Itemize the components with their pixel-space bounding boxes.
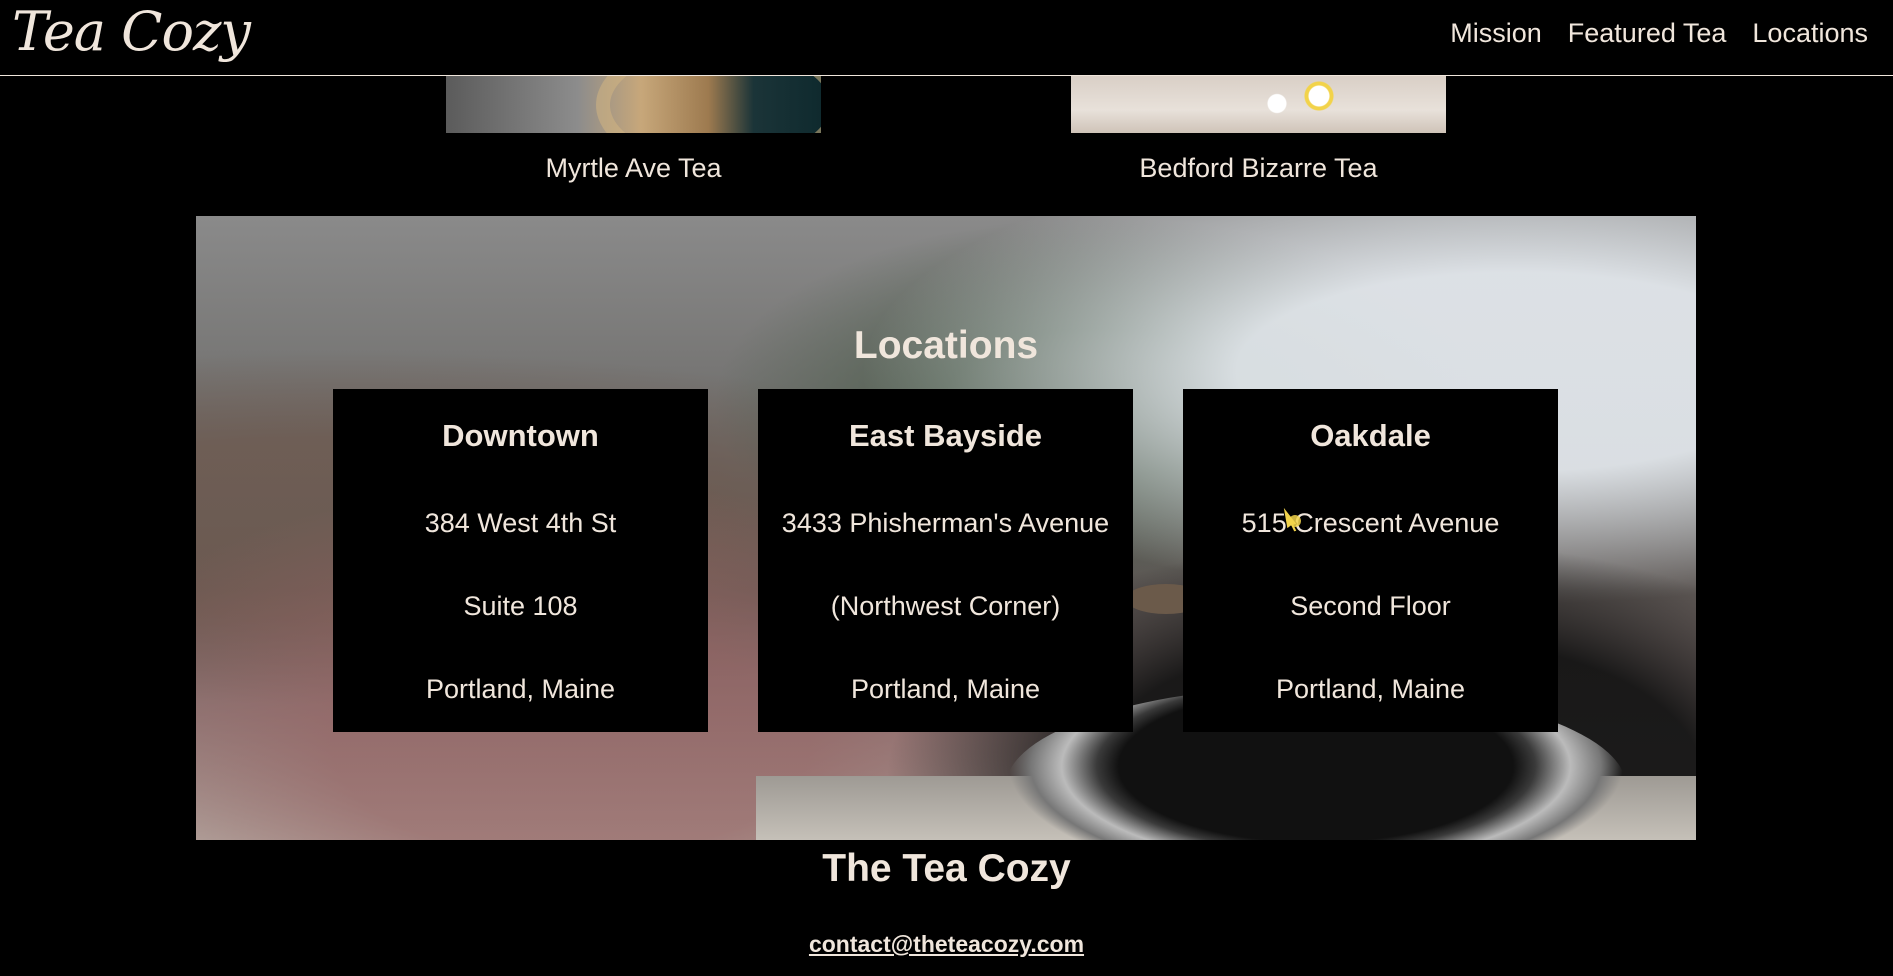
tea-caption-myrtle: Myrtle Ave Tea (545, 153, 722, 183)
location-address-line: 515 Crescent Avenue (1241, 508, 1500, 538)
nav-link-featured-tea[interactable]: Featured Tea (1568, 17, 1727, 49)
location-name: East Bayside (849, 418, 1042, 453)
footer-contact: contact@theteacozy.com (0, 930, 1893, 958)
myrtle-ave-tea-image (446, 76, 821, 133)
location-address-line: Portland, Maine (425, 674, 616, 704)
footer-title: The Tea Cozy (822, 847, 1071, 890)
contact-email-link[interactable]: contact@theteacozy.com (809, 931, 1084, 957)
locations-title: Locations (853, 324, 1039, 367)
location-name: Downtown (442, 418, 599, 453)
location-address-line: Second Floor (1290, 591, 1451, 621)
location-address-line: Portland, Maine (1275, 674, 1466, 704)
location-name: Oakdale (1310, 418, 1431, 453)
location-address-line: Portland, Maine (850, 674, 1041, 704)
site-logo[interactable]: Tea Cozy (12, 2, 251, 62)
location-address-line: 3433 Phisherman's Avenue (781, 508, 1110, 538)
nav-link-locations[interactable]: Locations (1752, 17, 1868, 49)
tea-caption-bedford: Bedford Bizarre Tea (1139, 153, 1378, 183)
main-nav: Mission Featured Tea Locations (1450, 17, 1868, 49)
bedford-bizarre-tea-image (1071, 76, 1446, 133)
mouse-pointer-icon (1282, 505, 1301, 533)
location-address-line: Suite 108 (463, 591, 578, 621)
location-card-east-bayside: East Bayside 3433 Phisherman's Avenue (N… (758, 389, 1133, 732)
site-header: Tea Cozy Mission Featured Tea Locations (0, 0, 1893, 76)
location-address-line: 384 West 4th St (424, 508, 617, 538)
location-address-line: (Northwest Corner) (830, 591, 1061, 621)
nav-link-mission[interactable]: Mission (1450, 17, 1542, 49)
location-card-oakdale: Oakdale 515 Crescent Avenue Second Floor… (1183, 389, 1558, 732)
page: Tea Cozy Mission Featured Tea Locations … (0, 0, 1893, 976)
locations-section: Locations Downtown 384 West 4th St Suite… (196, 216, 1696, 840)
location-card-downtown: Downtown 384 West 4th St Suite 108 Portl… (333, 389, 708, 732)
